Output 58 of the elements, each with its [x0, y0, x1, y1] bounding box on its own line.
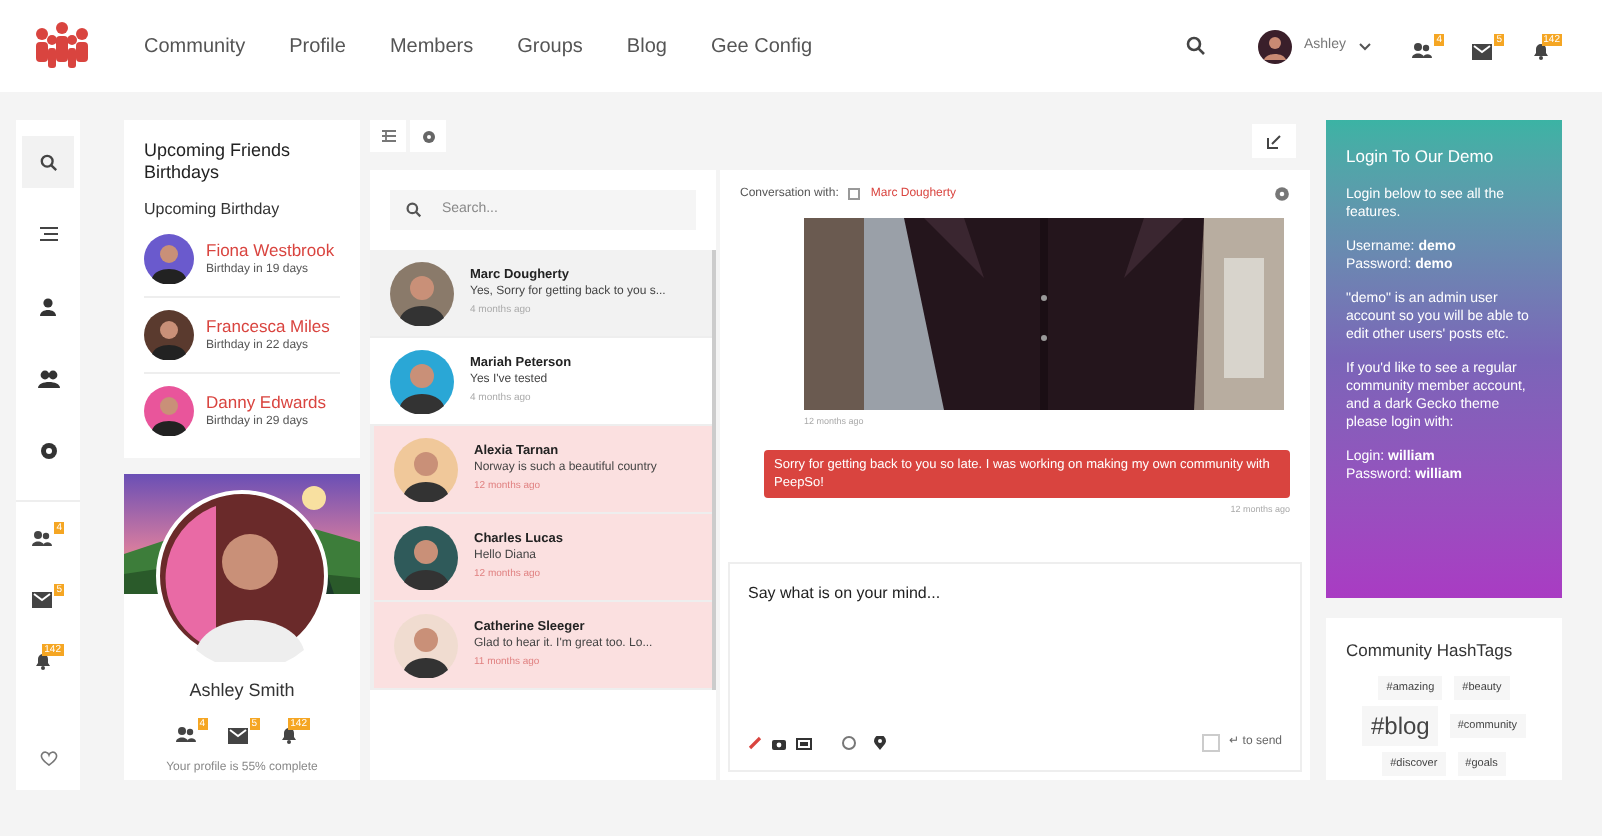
friends-icon[interactable] [175, 725, 195, 743]
friends-icon[interactable] [32, 530, 52, 548]
send-checkbox[interactable] [1201, 734, 1220, 752]
chevron-icon[interactable] [1358, 41, 1372, 51]
sidebar-button[interactable] [22, 136, 74, 188]
card-title: Login To Our Demo [1346, 144, 1496, 170]
avatar[interactable] [1257, 29, 1292, 63]
friend-name[interactable]: Fiona Westbrook [206, 237, 335, 263]
profile-name[interactable]: Ashley Smith [189, 678, 295, 705]
heart-icon[interactable] [39, 750, 57, 766]
compose-button[interactable] [1252, 124, 1296, 158]
location-icon[interactable] [874, 736, 886, 750]
user-icon [40, 297, 56, 315]
nav-link[interactable]: Profile [289, 31, 346, 61]
nav-link[interactable]: Blog [626, 31, 667, 61]
mail-icon[interactable] [227, 727, 247, 743]
card-title: Community HashTags [1346, 638, 1515, 664]
edit-icon [1266, 133, 1282, 149]
pencil-icon[interactable] [748, 736, 762, 750]
search-icon [39, 153, 57, 171]
nav-link[interactable]: Groups [517, 31, 583, 61]
search-icon[interactable] [1185, 36, 1206, 56]
card-title: Upcoming Friends Birthdays [144, 140, 293, 184]
nav-link[interactable]: Members [389, 31, 474, 61]
logo-icon[interactable] [32, 20, 92, 72]
avatar [390, 261, 454, 325]
mail-icon[interactable] [32, 592, 52, 608]
avatar[interactable] [144, 386, 194, 436]
nav-link[interactable]: Gee Config [710, 31, 813, 61]
nav-link[interactable]: Community [144, 31, 246, 61]
video-icon[interactable] [796, 737, 812, 749]
settings-icon [421, 129, 435, 143]
friends-icon[interactable] [1412, 41, 1432, 59]
search-icon [406, 202, 422, 218]
mail-icon[interactable] [1472, 43, 1492, 59]
card-subtitle: Upcoming Birthday [144, 198, 282, 222]
list-view-button[interactable] [370, 120, 406, 152]
bell-icon[interactable] [33, 652, 51, 670]
settings-icon[interactable] [1274, 186, 1290, 202]
filter-icon [39, 226, 57, 242]
avatar[interactable] [144, 234, 194, 284]
friend-name[interactable]: Francesca Miles [206, 313, 330, 339]
bell-icon[interactable] [1532, 41, 1550, 59]
avatar [394, 437, 458, 501]
friend-name[interactable]: Danny Edwards [206, 389, 327, 415]
post-input[interactable]: Say what is on your mind... [728, 562, 1302, 728]
hashtag-link[interactable]: #blog [1362, 706, 1438, 746]
avatar [390, 349, 454, 413]
avatar [394, 613, 458, 677]
settings-button[interactable] [410, 120, 446, 152]
settings-icon [39, 441, 57, 459]
camera-icon[interactable] [772, 737, 786, 749]
list-icon [381, 130, 395, 142]
avatar[interactable] [144, 310, 194, 360]
bell-icon[interactable] [279, 725, 297, 743]
group-icon [37, 369, 59, 387]
emoji-icon[interactable] [842, 736, 856, 750]
avatar [394, 525, 458, 589]
